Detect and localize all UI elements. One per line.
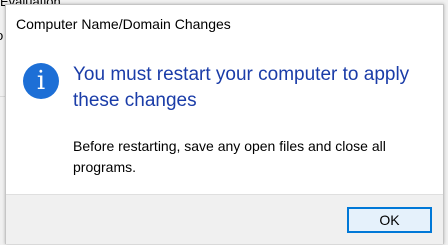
info-icon: i — [23, 63, 59, 99]
background-text-fragment: o — [0, 28, 3, 43]
dialog-footer: OK — [6, 194, 443, 244]
main-instruction: You must restart your computer to apply … — [73, 64, 410, 111]
ok-button[interactable]: OK — [347, 207, 432, 233]
dialog-title: Computer Name/Domain Changes — [16, 16, 231, 32]
restart-dialog: Computer Name/Domain Changes i You must … — [5, 4, 444, 244]
content-text: Before restarting, save any open files a… — [73, 138, 386, 175]
